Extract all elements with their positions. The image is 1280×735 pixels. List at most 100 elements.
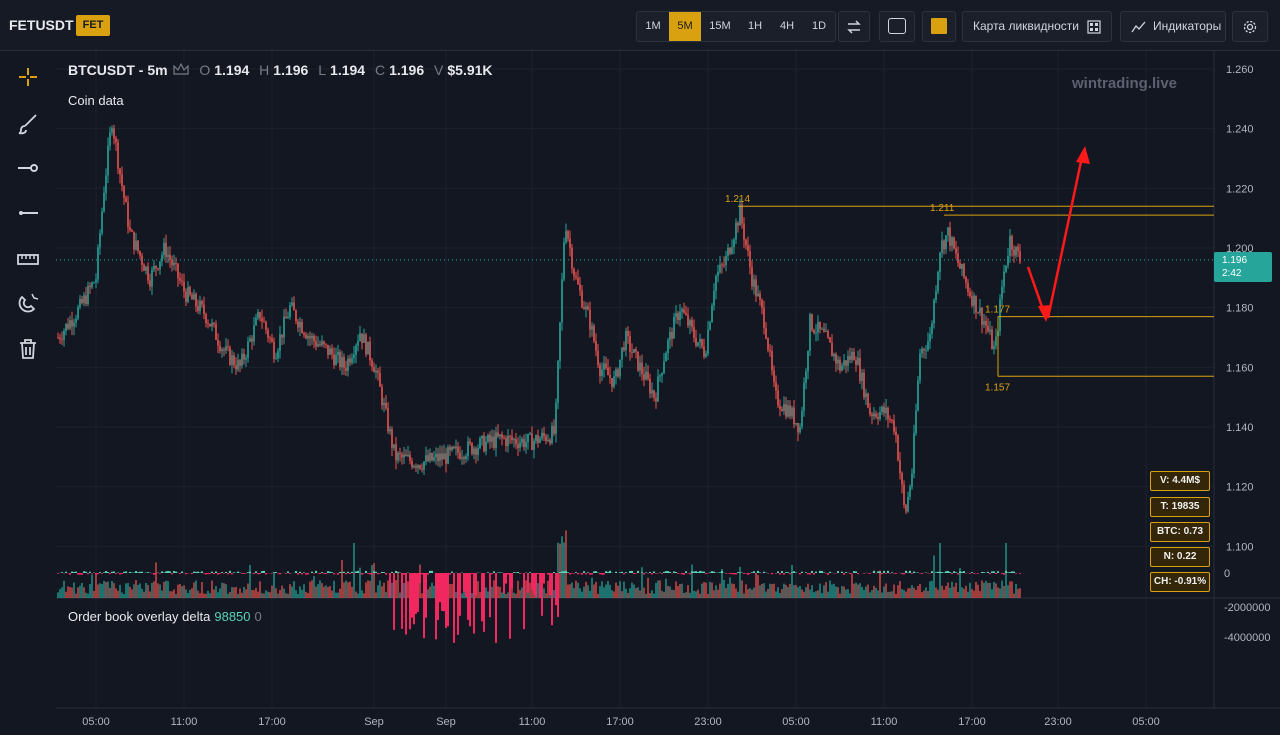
price-tick: 1.100 <box>1226 541 1254 553</box>
delta-bar <box>789 573 791 575</box>
candle-body <box>245 357 247 360</box>
volume-bar <box>947 582 949 598</box>
candle-body <box>613 376 615 387</box>
volume-bar <box>905 591 907 598</box>
candle-body <box>463 457 465 459</box>
delta-bar <box>483 573 485 632</box>
volume-bar <box>395 580 397 598</box>
delta-bar <box>173 571 175 573</box>
delta-bar <box>373 571 375 573</box>
volume-bar <box>717 589 719 598</box>
volume-bar <box>783 583 785 598</box>
candle-body <box>777 390 779 406</box>
volume-bar <box>545 593 547 598</box>
candle-body <box>205 314 207 323</box>
volume-bar <box>929 581 931 598</box>
tf-1d[interactable]: 1D <box>803 12 835 41</box>
delta-bar <box>957 573 959 575</box>
candle-body <box>703 346 705 357</box>
candle-body <box>559 322 561 362</box>
delta-bar <box>405 573 407 635</box>
tf-5m[interactable]: 5M <box>669 12 701 41</box>
candle-body <box>845 360 847 366</box>
delta-bar <box>663 571 665 573</box>
delta-bar <box>791 572 793 573</box>
candle-body <box>943 240 945 250</box>
swap-button[interactable] <box>838 11 870 42</box>
delta-bar <box>989 573 991 575</box>
delta-bar <box>651 573 653 575</box>
indicators-button[interactable]: Индикаторы <box>1120 11 1226 42</box>
arrow-up-head <box>1076 146 1090 164</box>
delta-bar <box>619 572 621 573</box>
stat-change: CH: -0.91% <box>1150 572 1210 592</box>
delta-bar <box>377 573 379 575</box>
candle-body <box>677 313 679 321</box>
volume-bar <box>899 580 901 598</box>
volume-bar <box>917 585 919 598</box>
delta-bar <box>725 573 727 574</box>
volume-bar <box>375 592 377 598</box>
volume-bar <box>851 573 853 598</box>
time-tick: 11:00 <box>519 716 546 728</box>
candle-body <box>891 419 893 421</box>
volume-bar <box>335 592 337 598</box>
candle-body <box>99 233 101 248</box>
delta-bar <box>367 573 369 574</box>
tf-4h[interactable]: 4H <box>771 12 803 41</box>
volume-bar <box>723 580 725 598</box>
tf-1m[interactable]: 1M <box>637 12 669 41</box>
candle-body <box>619 359 621 377</box>
candle-body <box>729 248 731 254</box>
delta-bar <box>401 573 403 629</box>
candle-body <box>955 248 957 254</box>
candle-body <box>585 306 587 310</box>
candle-body <box>417 465 419 468</box>
volume-bar <box>907 588 909 598</box>
volume-bar <box>769 583 771 598</box>
color-button[interactable] <box>922 11 956 42</box>
volume-bar <box>741 580 743 598</box>
volume-bar <box>997 587 999 598</box>
candle-body <box>467 441 469 457</box>
tf-15m[interactable]: 15M <box>701 12 739 41</box>
volume-bar <box>739 566 741 598</box>
settings-button[interactable] <box>1232 11 1268 42</box>
candle-body <box>165 242 167 258</box>
delta-bar <box>365 570 367 573</box>
candle-body <box>435 453 437 458</box>
delta-bar <box>487 572 489 573</box>
volume-bar <box>849 593 851 598</box>
price-chart[interactable]: 1.2601.2401.2201.2001.1801.1601.1401.120… <box>0 51 1280 735</box>
symbol-name[interactable]: FETUSDT <box>9 17 74 33</box>
volume-bar <box>673 590 675 598</box>
candle-body <box>457 446 459 453</box>
delta-bar <box>87 573 89 575</box>
delta-bar <box>601 573 603 575</box>
volume-bar <box>367 580 369 598</box>
candle-body <box>805 371 807 383</box>
volume-bar <box>307 593 309 598</box>
delta-bar <box>313 573 315 574</box>
volume-bar <box>963 588 965 598</box>
delta-bar <box>731 573 733 575</box>
candle-body <box>465 456 467 459</box>
volume-bar <box>139 583 141 598</box>
volume-bar <box>177 584 179 598</box>
candle-body <box>489 434 491 442</box>
volume-bar <box>983 582 985 598</box>
candle-body <box>887 407 889 419</box>
candle-body <box>401 454 403 458</box>
volume-bar <box>241 592 243 598</box>
tf-1h[interactable]: 1H <box>739 12 771 41</box>
delta-bar <box>981 571 983 573</box>
delta-bar <box>207 573 209 575</box>
delta-bar <box>595 571 597 573</box>
liquidity-map-button[interactable]: Карта ликвидности <box>962 11 1112 42</box>
indicator-label[interactable]: Coin data <box>68 93 124 108</box>
chart-style-button[interactable] <box>879 11 915 42</box>
candle-body <box>787 405 789 417</box>
volume-bar <box>843 586 845 598</box>
volume-bar <box>71 587 73 598</box>
volume-bar <box>193 582 195 598</box>
